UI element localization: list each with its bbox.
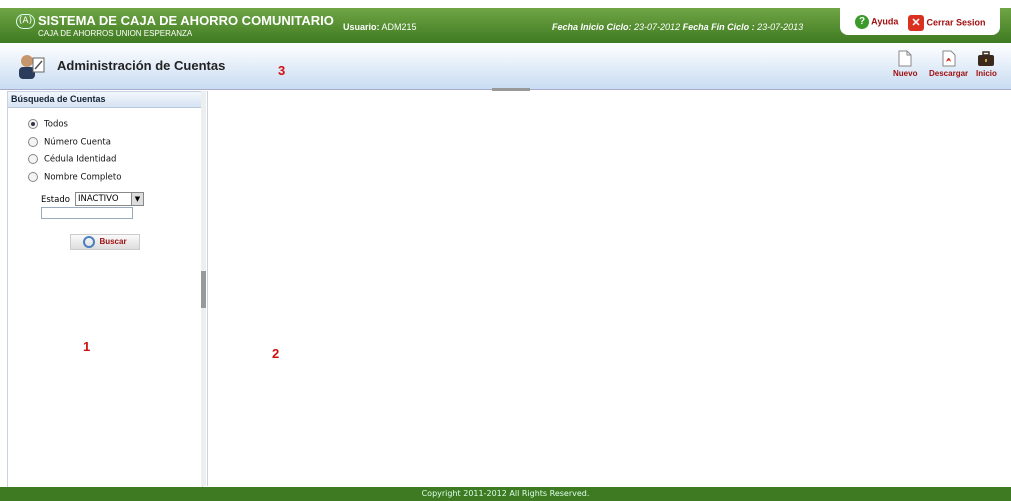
download-label: Descargar [929, 69, 969, 78]
logout-label: Cerrar Sesion [926, 17, 986, 28]
cycle-end-label: Fecha Fin Ciclo : [682, 22, 755, 32]
new-button[interactable]: Nuevo [893, 50, 917, 78]
option-cedula-label: Cédula Identidad [44, 154, 117, 165]
option-todos[interactable]: Todos [28, 119, 68, 130]
option-cedula[interactable]: Cédula Identidad [28, 154, 116, 165]
person-icon [19, 55, 45, 79]
briefcase-icon [978, 51, 995, 66]
search-panel-header: Búsqueda de Cuentas [8, 92, 202, 108]
chevron-down-icon: ▼ [131, 193, 143, 205]
app-logo: (A) [16, 14, 35, 29]
home-label: Inicio [976, 69, 997, 78]
search-panel: Búsqueda de Cuentas Todos Número Cuenta … [7, 91, 203, 488]
cycle-dates: Fecha Inicio Ciclo: 23-07-2012 Fecha Fin… [552, 22, 803, 32]
search-input[interactable] [41, 207, 133, 219]
system-title: SISTEMA DE CAJA DE AHORRO COMUNITARIO [38, 13, 334, 28]
home-button[interactable]: Inicio [976, 50, 997, 78]
new-document-icon [898, 50, 912, 67]
estado-label: Estado [41, 195, 70, 205]
footer: Copyright 2011-2012 All Rights Reserved. [0, 487, 1011, 501]
search-button[interactable]: Buscar [70, 234, 140, 250]
help-icon: ? [855, 15, 869, 29]
search-button-label: Buscar [99, 237, 127, 246]
option-nombre[interactable]: Nombre Completo [28, 172, 121, 183]
app-header: (A) SISTEMA DE CAJA DE AHORRO COMUNITARI… [0, 8, 1011, 43]
user-info: Usuario: ADM215 [343, 22, 417, 32]
search-icon [83, 235, 96, 248]
marker-2: 2 [272, 346, 280, 361]
system-subtitle: CAJA DE AHORROS UNION ESPERANZA [38, 29, 193, 38]
splitter-grip[interactable] [201, 271, 206, 308]
page-title: Administración de Cuentas [57, 58, 226, 73]
user-label: Usuario: [343, 22, 380, 32]
radio-numero-cuenta[interactable] [28, 137, 38, 147]
radio-nombre[interactable] [28, 172, 38, 182]
help-label: Ayuda [871, 16, 899, 27]
new-label: Nuevo [893, 69, 918, 78]
marker-3: 3 [278, 63, 286, 78]
user-value: ADM215 [381, 22, 417, 32]
page-titlebar: Administración de Cuentas 3 Nuevo Descar… [0, 43, 1011, 90]
header-actions: ? Ayuda ✕ Cerrar Sesion [840, 8, 1000, 35]
close-icon: ✕ [908, 15, 924, 31]
option-numero-cuenta-label: Número Cuenta [44, 137, 111, 148]
logout-button[interactable]: ✕ Cerrar Sesion [908, 15, 986, 31]
help-button[interactable]: ? Ayuda [855, 15, 898, 29]
option-numero-cuenta[interactable]: Número Cuenta [28, 137, 111, 148]
panel-splitter[interactable] [201, 91, 206, 486]
main-content: 2 [207, 91, 1005, 486]
estado-value: INACTIVO [78, 194, 119, 204]
option-todos-label: Todos [44, 119, 68, 130]
pdf-icon [942, 50, 956, 67]
option-nombre-label: Nombre Completo [44, 172, 122, 183]
radio-todos[interactable] [28, 119, 38, 129]
cycle-start-label: Fecha Inicio Ciclo: [552, 22, 632, 32]
marker-1: 1 [83, 339, 91, 354]
copyright-text: Copyright 2011-2012 All Rights Reserved. [421, 489, 590, 498]
cycle-start-value: 23-07-2012 [634, 22, 681, 32]
cycle-end-value: 23-07-2013 [757, 22, 804, 32]
estado-select[interactable]: INACTIVO ▼ [75, 192, 144, 206]
radio-cedula[interactable] [28, 154, 38, 164]
download-button[interactable]: Descargar [929, 50, 968, 78]
top-strip [0, 0, 1011, 8]
